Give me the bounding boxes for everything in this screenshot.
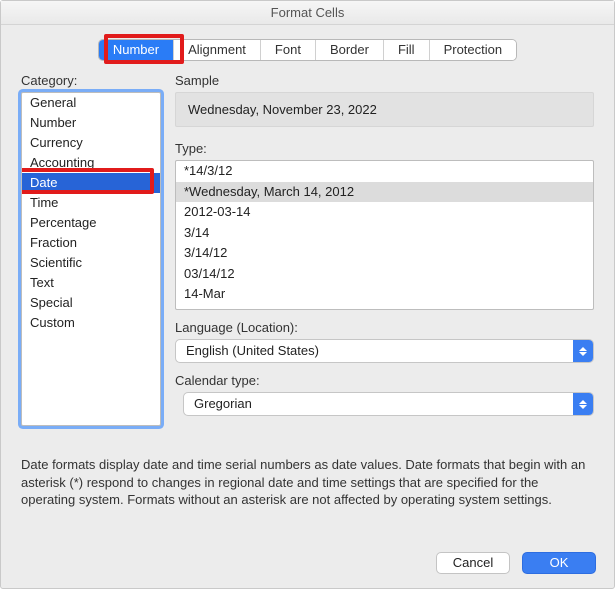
cancel-button[interactable]: Cancel bbox=[436, 552, 510, 574]
dialog-body: NumberAlignmentFontBorderFillProtection … bbox=[1, 25, 614, 542]
type-item[interactable]: 3/14/12 bbox=[176, 243, 593, 264]
category-item-date[interactable]: Date bbox=[22, 173, 160, 193]
sample-label: Sample bbox=[175, 73, 594, 88]
sample-value: Wednesday, November 23, 2022 bbox=[175, 92, 594, 127]
type-item[interactable]: 2012-03-14 bbox=[176, 202, 593, 223]
category-label: Category: bbox=[21, 73, 161, 88]
dropdown-stepper-icon bbox=[573, 340, 593, 362]
category-item-general[interactable]: General bbox=[22, 93, 160, 113]
tab-alignment[interactable]: Alignment bbox=[174, 40, 261, 60]
description-text: Date formats display date and time seria… bbox=[21, 456, 594, 509]
tab-border[interactable]: Border bbox=[316, 40, 384, 60]
type-item[interactable]: *14/3/12 bbox=[176, 161, 593, 182]
calendar-label: Calendar type: bbox=[175, 373, 594, 388]
language-value: English (United States) bbox=[176, 340, 573, 362]
type-item[interactable]: 03/14/12 bbox=[176, 264, 593, 285]
category-item-custom[interactable]: Custom bbox=[22, 313, 160, 333]
category-item-time[interactable]: Time bbox=[22, 193, 160, 213]
type-item[interactable]: *Wednesday, March 14, 2012 bbox=[176, 182, 593, 203]
calendar-value: Gregorian bbox=[184, 393, 573, 415]
format-cells-dialog: Format Cells NumberAlignmentFontBorderFi… bbox=[0, 0, 615, 589]
calendar-dropdown[interactable]: Gregorian bbox=[183, 392, 594, 416]
category-item-accounting[interactable]: Accounting bbox=[22, 153, 160, 173]
category-item-scientific[interactable]: Scientific bbox=[22, 253, 160, 273]
type-label: Type: bbox=[175, 141, 594, 156]
left-column: Category: GeneralNumberCurrencyAccountin… bbox=[21, 73, 161, 426]
category-item-text[interactable]: Text bbox=[22, 273, 160, 293]
dropdown-stepper-icon bbox=[573, 393, 593, 415]
category-list[interactable]: GeneralNumberCurrencyAccountingDateTimeP… bbox=[21, 92, 161, 426]
category-item-number[interactable]: Number bbox=[22, 113, 160, 133]
type-list[interactable]: *14/3/12*Wednesday, March 14, 20122012-0… bbox=[175, 160, 594, 310]
ok-button[interactable]: OK bbox=[522, 552, 596, 574]
category-item-fraction[interactable]: Fraction bbox=[22, 233, 160, 253]
tab-protection[interactable]: Protection bbox=[430, 40, 517, 60]
tab-fill[interactable]: Fill bbox=[384, 40, 430, 60]
dialog-footer: Cancel OK bbox=[1, 542, 614, 588]
main-columns: Category: GeneralNumberCurrencyAccountin… bbox=[21, 73, 594, 426]
tab-row-container: NumberAlignmentFontBorderFillProtection bbox=[21, 39, 594, 61]
category-item-special[interactable]: Special bbox=[22, 293, 160, 313]
tab-number[interactable]: Number bbox=[99, 40, 174, 60]
tab-font[interactable]: Font bbox=[261, 40, 316, 60]
right-column: Sample Wednesday, November 23, 2022 Type… bbox=[175, 73, 594, 426]
type-item[interactable]: 14-Mar bbox=[176, 284, 593, 305]
category-item-percentage[interactable]: Percentage bbox=[22, 213, 160, 233]
window-title: Format Cells bbox=[1, 1, 614, 25]
language-dropdown[interactable]: English (United States) bbox=[175, 339, 594, 363]
language-label: Language (Location): bbox=[175, 320, 594, 335]
type-item[interactable]: 14-Mar-12 bbox=[176, 305, 593, 311]
type-item[interactable]: 3/14 bbox=[176, 223, 593, 244]
category-item-currency[interactable]: Currency bbox=[22, 133, 160, 153]
tab-row: NumberAlignmentFontBorderFillProtection bbox=[98, 39, 517, 61]
